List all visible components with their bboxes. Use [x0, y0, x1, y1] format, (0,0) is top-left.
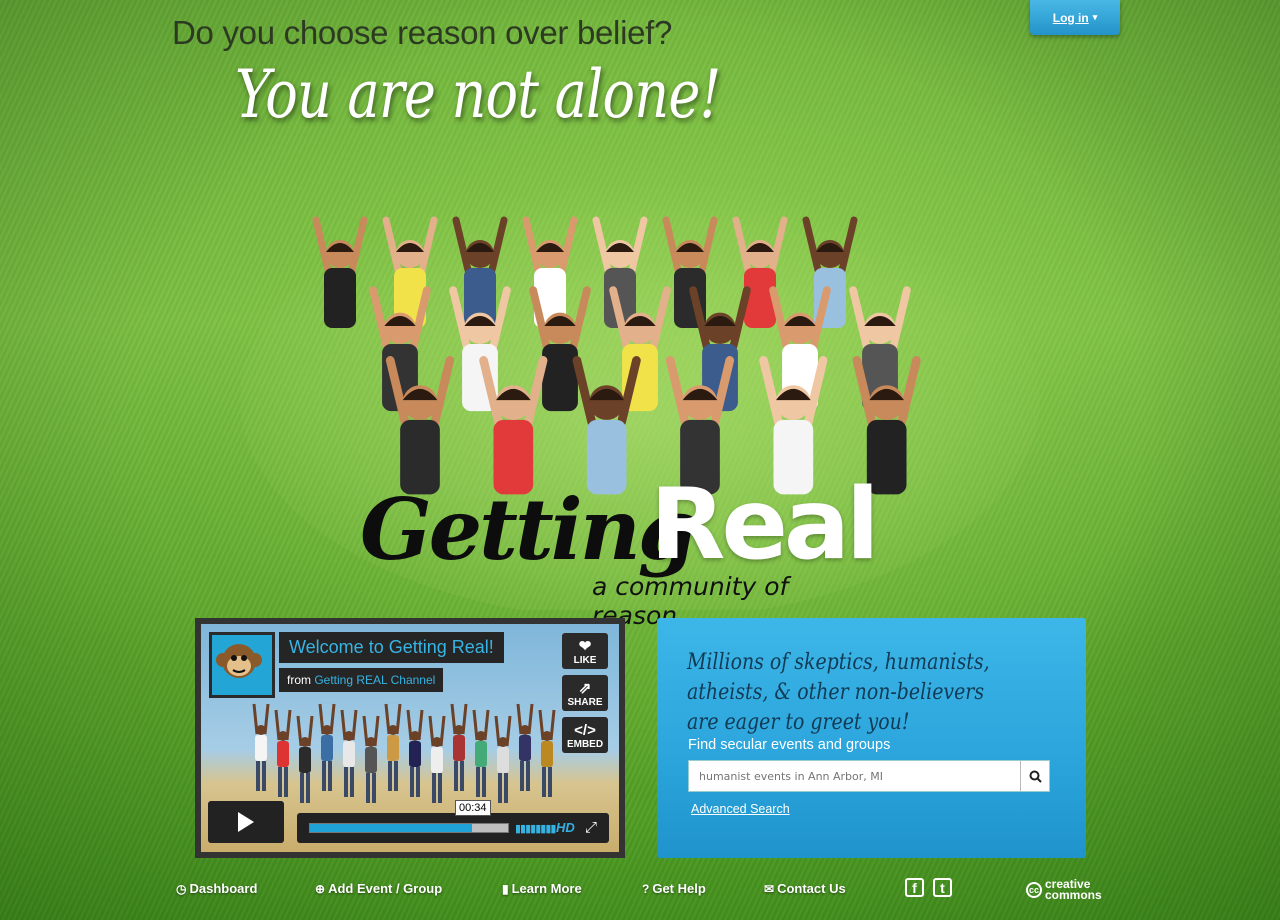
jumper-figure	[472, 709, 490, 797]
jumper-figure	[384, 703, 402, 791]
jumper-figure	[450, 703, 468, 791]
jumper-figure	[340, 709, 358, 797]
jumper-figure	[252, 703, 270, 791]
footer-get-help[interactable]: ? Get Help	[642, 881, 706, 896]
jumper-figure	[296, 715, 314, 803]
share-button[interactable]: ⇗ SHARE	[562, 675, 608, 711]
cc-line2: commons	[1045, 888, 1102, 902]
envelope-icon: ✉	[764, 881, 775, 896]
play-button[interactable]	[208, 801, 284, 843]
like-button[interactable]: ❤ LIKE	[562, 633, 608, 669]
promo-text: Millions of skeptics, humanists, atheist…	[687, 650, 990, 735]
footer-learn-more-label: Learn More	[511, 881, 582, 896]
hd-toggle[interactable]: HD	[556, 820, 575, 835]
footer-nav: ◷ Dashboard ⊕ Add Event / Group ▮ Learn …	[0, 878, 1280, 902]
jumper-figure	[274, 709, 292, 797]
login-label: Log in	[1052, 10, 1089, 25]
plus-circle-icon: ⊕	[315, 881, 326, 896]
progress-bar[interactable]	[309, 823, 509, 833]
logo-word-real: Real	[650, 468, 880, 582]
search-field	[688, 760, 1050, 792]
share-icon: ⇗	[578, 680, 592, 697]
advanced-search-link[interactable]: Advanced Search	[691, 802, 790, 816]
footer-add-event-label: Add Event / Group	[328, 881, 443, 896]
footer-dashboard[interactable]: ◷ Dashboard	[176, 881, 257, 896]
video-title[interactable]: Welcome to Getting Real!	[279, 632, 504, 663]
search-button[interactable]	[1020, 761, 1049, 791]
heart-icon: ❤	[578, 638, 592, 655]
progress-fill	[310, 824, 473, 832]
fullscreen-icon[interactable]: ⤢	[585, 819, 597, 836]
headline: You are not alone!	[235, 56, 721, 133]
volume-icon[interactable]: ▮▮▮▮▮▮▮▮	[515, 822, 556, 835]
footer-add-event[interactable]: ⊕ Add Event / Group	[315, 881, 442, 896]
video-player[interactable]: Welcome to Getting Real! from Getting RE…	[195, 618, 625, 858]
video-byline: from Getting REAL Channel	[279, 668, 444, 692]
embed-button[interactable]: </> EMBED	[562, 717, 608, 753]
jumper-figure	[428, 715, 446, 803]
monkey-icon	[216, 644, 262, 678]
video-controls: 00:34 ▮▮▮▮▮▮▮▮ HD ⤢	[297, 800, 609, 843]
login-button[interactable]: Log in ▾	[1030, 0, 1120, 35]
facebook-icon[interactable]: f	[905, 878, 924, 897]
jumper-figure	[538, 709, 556, 797]
from-label: from	[287, 673, 311, 687]
jumper-figure	[516, 703, 534, 791]
jumper-figure	[362, 715, 380, 803]
search-icon	[1029, 770, 1042, 783]
dashboard-icon: ◷	[176, 881, 187, 896]
question-icon: ?	[642, 881, 650, 896]
share-label: SHARE	[567, 697, 603, 708]
twitter-icon[interactable]: t	[933, 878, 952, 897]
embed-label: EMBED	[566, 739, 604, 750]
jumper-figure	[406, 709, 424, 797]
footer-contact-us[interactable]: ✉ Contact Us	[764, 881, 846, 896]
tagline: Do you choose reason over belief?	[172, 14, 673, 51]
like-label: LIKE	[573, 655, 597, 666]
play-icon	[238, 812, 254, 832]
footer-learn-more[interactable]: ▮ Learn More	[502, 881, 582, 896]
channel-link[interactable]: Getting REAL Channel	[314, 673, 435, 687]
footer-dashboard-label: Dashboard	[189, 881, 258, 896]
channel-avatar[interactable]	[209, 632, 275, 698]
jumper-figure	[318, 703, 336, 791]
chevron-down-icon: ▾	[1092, 12, 1098, 22]
getting-real-logo: Getting Real a community of reason	[360, 468, 880, 630]
footer-get-help-label: Get Help	[652, 881, 706, 896]
timecode: 00:34	[455, 800, 491, 816]
footer-contact-us-label: Contact Us	[777, 881, 846, 896]
jumper-figure	[494, 715, 512, 803]
search-label: Find secular events and groups	[688, 737, 891, 753]
book-icon: ▮	[502, 881, 509, 896]
search-panel: Millions of skeptics, humanists, atheist…	[657, 618, 1086, 858]
search-input[interactable]	[689, 761, 1009, 791]
creative-commons-badge[interactable]: cc creative commons	[1026, 878, 1102, 902]
logo-word-getting: Getting	[360, 480, 696, 579]
cc-icon: cc	[1026, 882, 1042, 898]
code-icon: </>	[574, 722, 596, 739]
